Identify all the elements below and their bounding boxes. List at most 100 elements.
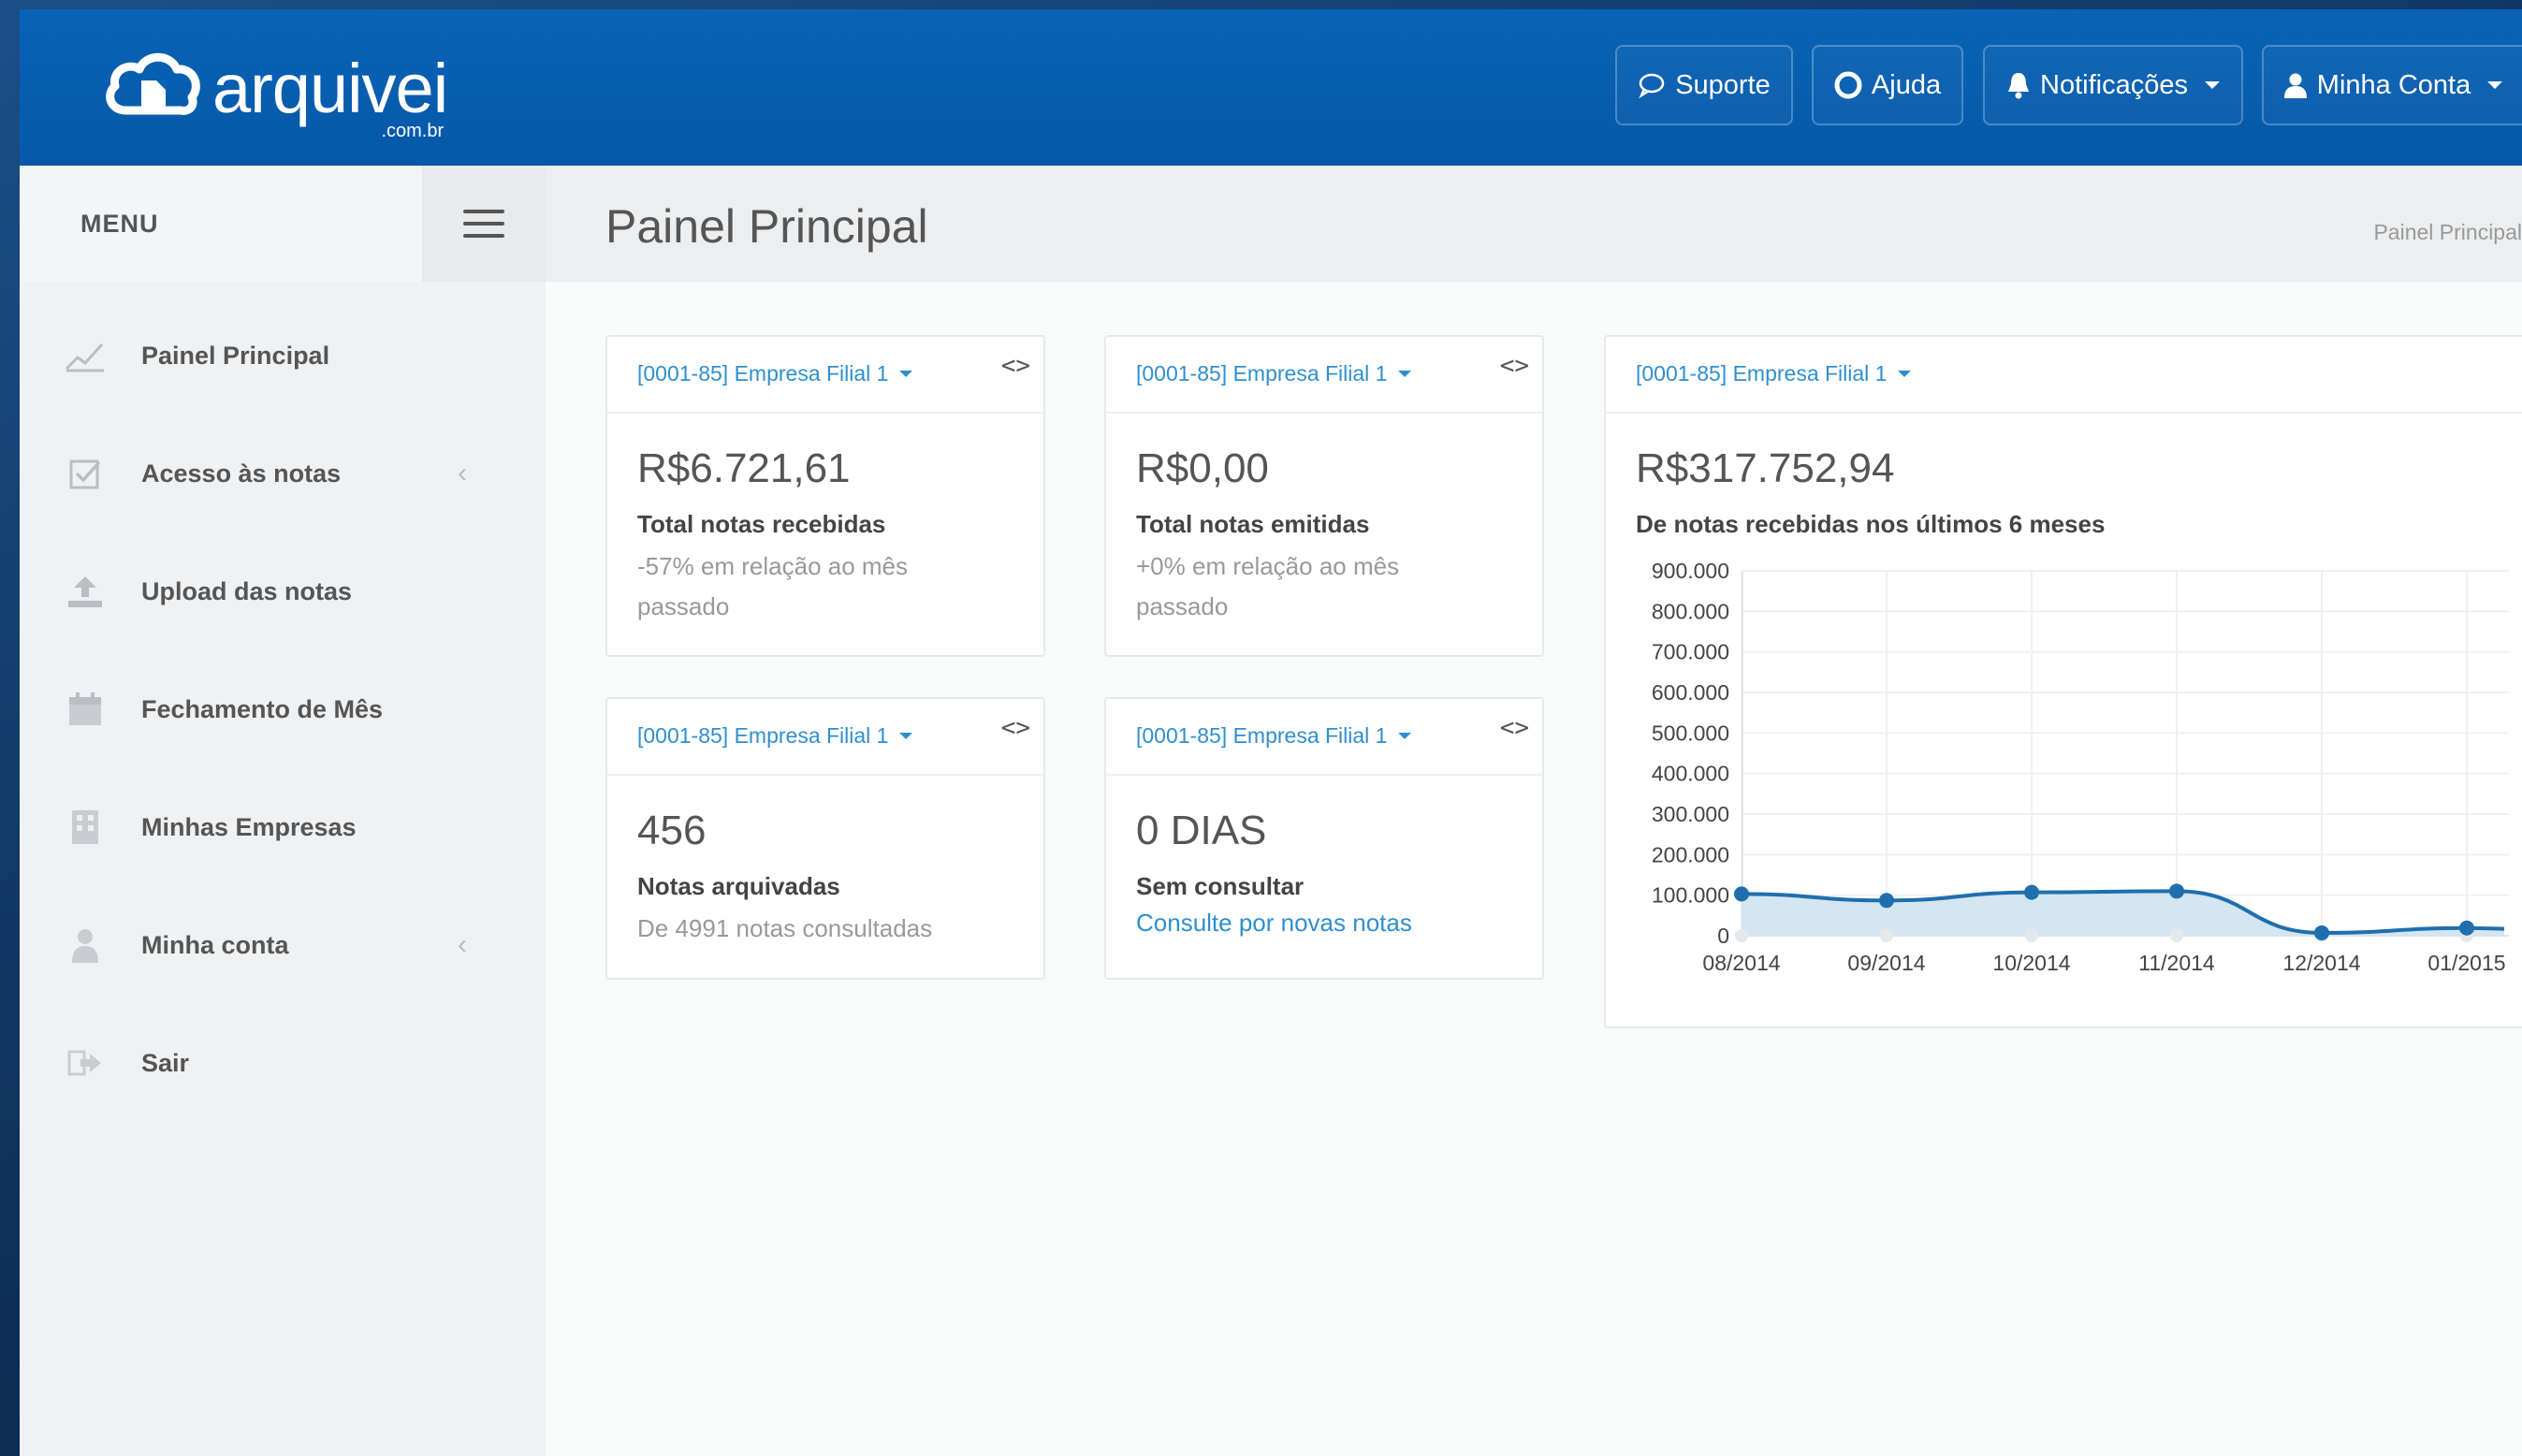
sidebar-item-minha-conta[interactable]: Minha conta ‹	[20, 898, 546, 992]
card-value: R$0,00	[1136, 445, 1269, 491]
sidebar-item-sair[interactable]: Sair	[20, 1016, 546, 1110]
building-icon	[65, 807, 106, 848]
y-tick-label: 0	[1717, 924, 1729, 948]
six-month-chart-card: [0001-85] Empresa Filial 1 <> R$317.752,…	[1604, 335, 2522, 1028]
notifications-label: Notificações	[2040, 69, 2188, 100]
y-tick-label: 600.000	[1652, 680, 1729, 705]
sidebar-item-minhas-empresas[interactable]: Minhas Empresas	[20, 780, 546, 874]
chevron-left-icon: ‹	[458, 929, 467, 960]
card-label: Sem consultar	[1136, 872, 1305, 900]
company-selector[interactable]: [0001-85] Empresa Filial 1	[637, 361, 913, 386]
chevron-down-icon	[899, 371, 913, 377]
y-tick-label: 100.000	[1652, 883, 1729, 908]
logo-domain: .com.br	[381, 121, 445, 141]
support-button[interactable]: Suporte	[1615, 45, 1793, 125]
account-label: Minha Conta	[2316, 69, 2471, 100]
baseline-point	[2170, 929, 2183, 942]
chevron-down-icon	[2204, 81, 2220, 89]
company-label: [0001-85] Empresa Filial 1	[1136, 723, 1388, 748]
company-selector[interactable]: [0001-85] Empresa Filial 1	[1136, 723, 1412, 749]
lifebuoy-icon	[1834, 71, 1862, 99]
data-point	[1879, 893, 1894, 909]
company-selector[interactable]: [0001-85] Empresa Filial 1	[637, 723, 913, 749]
card-header: [0001-85] Empresa Filial 1 <>	[607, 337, 1043, 414]
chevron-down-icon	[1398, 733, 1412, 739]
user-icon	[65, 925, 106, 966]
logo[interactable]: arquivei .com.br	[102, 45, 448, 141]
checkbox-icon	[65, 453, 106, 494]
code-icon[interactable]: <>	[1001, 714, 1030, 742]
chat-bubble-icon	[1639, 73, 1665, 98]
sidebar-item-label: Minha conta	[141, 930, 289, 959]
sidebar-item-label: Acesso às notas	[141, 459, 342, 488]
card-label: Total notas recebidas	[637, 510, 886, 538]
sidebar-item-acesso-notas[interactable]: Acesso às notas ‹	[20, 427, 546, 520]
x-tick-label: 09/2014	[1847, 951, 1925, 975]
y-tick-label: 700.000	[1652, 640, 1729, 664]
query-new-notes-link[interactable]: Consulte por novas notas	[1136, 909, 1412, 938]
sidebar-item-label: Sair	[141, 1048, 190, 1077]
sidebar-item-fechamento[interactable]: Fechamento de Mês	[20, 662, 546, 756]
company-label: [0001-85] Empresa Filial 1	[637, 361, 889, 386]
card-description: -57% em relação ao mês passado	[637, 552, 909, 620]
sidebar-item-label: Upload das notas	[141, 576, 353, 605]
bell-icon	[2008, 73, 2030, 99]
y-tick-label: 500.000	[1652, 721, 1729, 745]
chevron-down-icon	[1398, 371, 1412, 377]
x-tick-label: 10/2014	[1992, 951, 2070, 975]
card-header: [0001-85] Empresa Filial 1 <>	[607, 699, 1043, 776]
y-tick-label: 800.000	[1652, 599, 1729, 623]
company-label: [0001-85] Empresa Filial 1	[1136, 361, 1388, 386]
x-tick-label: 11/2014	[2138, 951, 2215, 975]
baseline-point	[1880, 929, 1893, 942]
code-icon[interactable]: <>	[1500, 714, 1529, 742]
data-point	[2024, 884, 2039, 900]
sidebar: MENU Painel Principal Acesso às notas ‹ …	[20, 166, 546, 1456]
data-point	[2314, 925, 2329, 940]
data-point	[2459, 920, 2474, 936]
notifications-button[interactable]: Notificações	[1983, 45, 2243, 125]
company-selector[interactable]: [0001-85] Empresa Filial 1	[1136, 361, 1412, 386]
breadcrumb[interactable]: Painel Principal	[2373, 220, 2522, 245]
baseline-point	[2025, 929, 2038, 942]
logo-wordmark: arquivei	[212, 50, 448, 127]
code-icon[interactable]: <>	[1500, 352, 1529, 380]
y-tick-label: 200.000	[1652, 842, 1729, 866]
issued-notes-card: [0001-85] Empresa Filial 1 <> R$0,00 Tot…	[1104, 335, 1544, 657]
card-description: De 4991 notas consultadas	[637, 914, 933, 942]
top-navbar: arquivei .com.br Suporte Ajuda Notificaç…	[20, 9, 2522, 166]
sidebar-item-label: Fechamento de Mês	[141, 694, 384, 723]
sidebar-item-label: Painel Principal	[141, 341, 330, 370]
card-description: +0% em relação ao mês passado	[1136, 552, 1400, 620]
card-value: R$6.721,61	[637, 445, 851, 491]
support-label: Suporte	[1675, 69, 1771, 100]
card-value: 0 DIAS	[1136, 808, 1267, 853]
sidebar-item-upload[interactable]: Upload das notas	[20, 545, 546, 638]
y-tick-label: 300.000	[1652, 802, 1729, 826]
menu-header: MENU	[20, 166, 422, 282]
x-tick-label: 08/2014	[1702, 951, 1780, 975]
sign-out-icon	[65, 1042, 106, 1084]
chevron-down-icon	[2487, 81, 2503, 89]
y-tick-label: 400.000	[1652, 762, 1729, 786]
page-header: Painel Principal Painel Principal	[546, 166, 2522, 282]
sidebar-item-painel-principal[interactable]: Painel Principal	[20, 309, 546, 402]
help-label: Ajuda	[1871, 69, 1942, 100]
y-tick-label: 900.000	[1652, 559, 1729, 583]
code-icon[interactable]: <>	[1001, 352, 1030, 380]
help-button[interactable]: Ajuda	[1812, 45, 1963, 125]
received-notes-area-chart: 900.000 800.000 700.000 600.000 500.000 400.0…	[1652, 559, 2509, 975]
card-label: Total notas emitidas	[1136, 510, 1370, 538]
data-point	[2169, 883, 2184, 899]
calendar-icon	[65, 689, 106, 730]
cloud-logo-icon	[106, 52, 200, 115]
hamburger-icon	[463, 210, 504, 213]
card-header: [0001-85] Empresa Filial 1 <>	[1106, 337, 1542, 414]
menu-toggle-button[interactable]	[422, 166, 546, 282]
upload-icon	[65, 571, 106, 612]
company-label: [0001-85] Empresa Filial 1	[637, 723, 889, 748]
chevron-left-icon: ‹	[458, 458, 467, 488]
account-button[interactable]: Minha Conta	[2262, 45, 2522, 125]
x-tick-label: 12/2014	[2282, 951, 2360, 975]
chart-line-icon	[65, 335, 106, 376]
